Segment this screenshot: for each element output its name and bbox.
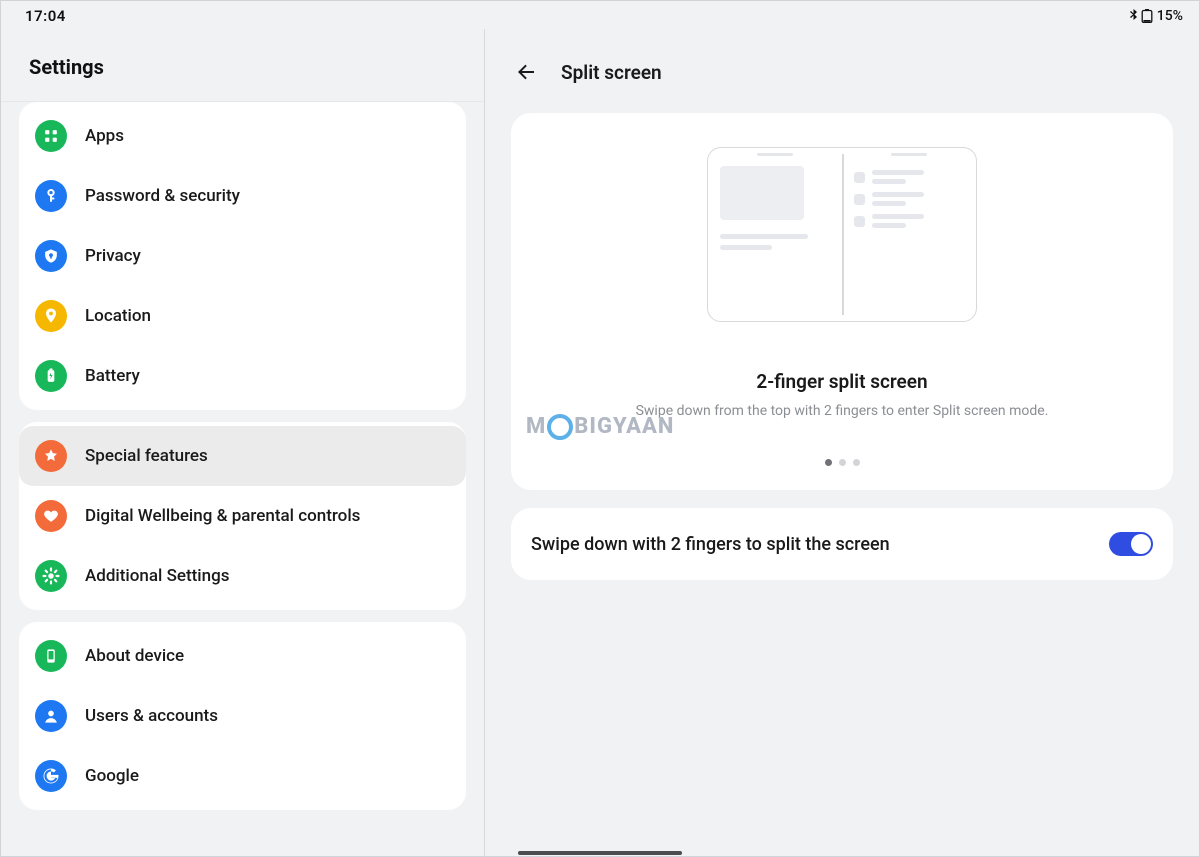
settings-item-label: Password & security bbox=[85, 186, 240, 206]
settings-sidebar: Settings Apps Password & security Privacy L… bbox=[1, 29, 485, 856]
illustration-card[interactable]: 2-finger split screen Swipe down from th… bbox=[511, 113, 1173, 490]
illustration-subtitle: Swipe down from the top with 2 fingers t… bbox=[531, 403, 1153, 419]
status-bar: 17:04 15% bbox=[1, 1, 1199, 29]
gear-icon bbox=[35, 560, 67, 592]
bluetooth-icon bbox=[1130, 9, 1138, 23]
status-time: 17:04 bbox=[25, 7, 66, 25]
settings-item-label: Google bbox=[85, 766, 139, 786]
page-dot[interactable] bbox=[825, 459, 832, 466]
settings-item-label: Users & accounts bbox=[85, 706, 218, 726]
toggle-label: Swipe down with 2 fingers to split the s… bbox=[531, 534, 890, 555]
settings-item-apps[interactable]: Apps bbox=[19, 106, 466, 166]
settings-item-label: Battery bbox=[85, 366, 140, 386]
settings-item-label: Digital Wellbeing & parental controls bbox=[85, 506, 360, 526]
detail-title: Split screen bbox=[561, 61, 662, 84]
split-screen-illustration bbox=[707, 147, 977, 322]
page-dot[interactable] bbox=[853, 459, 860, 466]
settings-item-password[interactable]: Password & security bbox=[19, 166, 466, 226]
settings-item-label: Additional Settings bbox=[85, 566, 230, 586]
settings-title: Settings bbox=[1, 29, 484, 102]
settings-item-label: Special features bbox=[85, 446, 208, 466]
toggle-row-swipe-split[interactable]: Swipe down with 2 fingers to split the s… bbox=[511, 508, 1173, 580]
battery-icon bbox=[1141, 9, 1154, 23]
arrow-left-icon bbox=[514, 60, 538, 84]
location-icon bbox=[35, 300, 67, 332]
illustration-title: 2-finger split screen bbox=[531, 370, 1153, 393]
settings-item-label: About device bbox=[85, 646, 184, 666]
settings-item-google[interactable]: Google bbox=[19, 746, 466, 806]
settings-item-label: Apps bbox=[85, 126, 124, 146]
google-icon bbox=[35, 760, 67, 792]
settings-item-label: Location bbox=[85, 306, 151, 326]
apps-icon bbox=[35, 120, 67, 152]
person-icon bbox=[35, 700, 67, 732]
settings-item-about[interactable]: About device bbox=[19, 626, 466, 686]
settings-list[interactable]: Apps Password & security Privacy Location Ba… bbox=[1, 102, 484, 856]
page-indicator[interactable] bbox=[531, 459, 1153, 466]
detail-pane: Split screen bbox=[485, 29, 1199, 856]
settings-item-label: Privacy bbox=[85, 246, 141, 266]
page-dot[interactable] bbox=[839, 459, 846, 466]
settings-item-location[interactable]: Location bbox=[19, 286, 466, 346]
settings-item-wellbeing[interactable]: Digital Wellbeing & parental controls bbox=[19, 486, 466, 546]
status-right: 15% bbox=[1130, 8, 1183, 24]
battery-icon bbox=[35, 360, 67, 392]
device-icon bbox=[35, 640, 67, 672]
gesture-nav-pill[interactable] bbox=[518, 851, 682, 855]
battery-percent: 15% bbox=[1157, 8, 1183, 24]
privacy-icon bbox=[35, 240, 67, 272]
back-button[interactable] bbox=[513, 59, 539, 85]
settings-item-users[interactable]: Users & accounts bbox=[19, 686, 466, 746]
star-icon bbox=[35, 440, 67, 472]
settings-item-additional[interactable]: Additional Settings bbox=[19, 546, 466, 606]
settings-item-privacy[interactable]: Privacy bbox=[19, 226, 466, 286]
heart-icon bbox=[35, 500, 67, 532]
toggle-switch[interactable] bbox=[1109, 532, 1153, 556]
key-icon bbox=[35, 180, 67, 212]
settings-item-battery[interactable]: Battery bbox=[19, 346, 466, 406]
settings-item-special[interactable]: Special features bbox=[19, 426, 466, 486]
